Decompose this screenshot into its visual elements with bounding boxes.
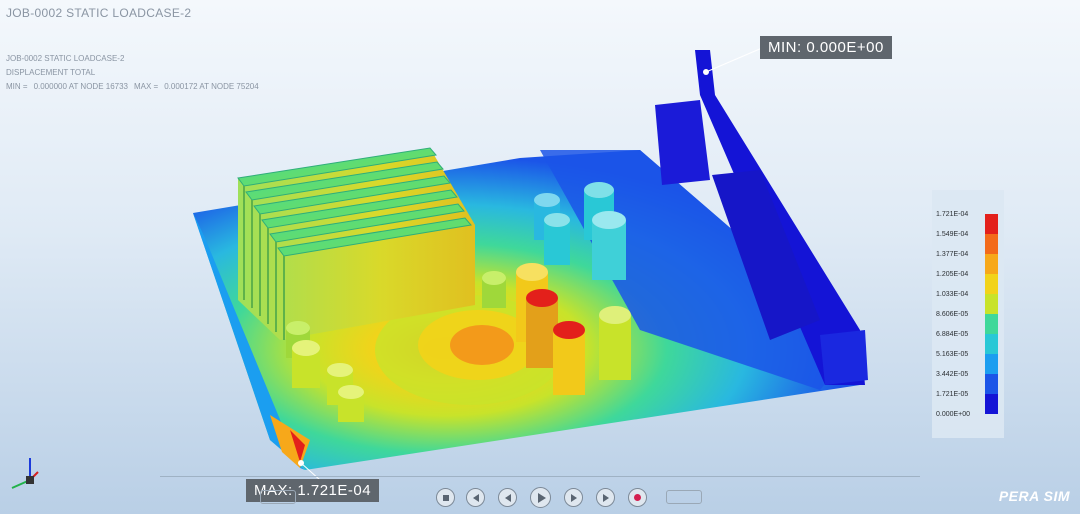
legend-swatch: [985, 214, 998, 234]
first-frame-icon: [472, 493, 479, 502]
animation-player: [160, 476, 920, 514]
pera-sim-logo: PERA SIM: [998, 488, 1070, 504]
legend-label: 1.377E-04: [936, 251, 969, 258]
min-leader-line: [705, 47, 763, 73]
step-back-button[interactable]: [498, 488, 517, 507]
legend-swatch: [985, 354, 998, 374]
speed-field[interactable]: [666, 490, 702, 504]
legend-label: 1.721E-04: [936, 211, 969, 218]
legend-swatch: [985, 294, 998, 314]
legend-swatch: [985, 274, 998, 294]
legend-color-bar: [985, 214, 998, 414]
legend-label: 3.442E-05: [936, 371, 969, 378]
color-legend: 1.721E-04 1.549E-04 1.377E-04 1.205E-04 …: [932, 190, 1004, 438]
legend-swatch: [985, 374, 998, 394]
legend-swatch: [985, 234, 998, 254]
stop-button[interactable]: [436, 488, 455, 507]
legend-label: 5.163E-05: [936, 351, 969, 358]
legend-label: 8.606E-05: [936, 311, 969, 318]
legend-swatch: [985, 314, 998, 334]
legend-label: 6.884E-05: [936, 331, 969, 338]
legend-label: 1.033E-04: [936, 291, 969, 298]
play-button[interactable]: [530, 487, 551, 508]
last-frame-icon: [602, 493, 609, 502]
axis-triad-icon: [11, 458, 39, 489]
heat-sink: [237, 147, 475, 340]
legend-label: 1.721E-05: [936, 391, 969, 398]
legend-label: 1.205E-04: [936, 271, 969, 278]
frame-slider[interactable]: [260, 490, 296, 504]
legend-label: 0.000E+00: [936, 411, 971, 418]
last-frame-button[interactable]: [596, 488, 615, 507]
step-forward-button[interactable]: [564, 488, 583, 507]
timeline-track[interactable]: [160, 476, 920, 477]
legend-swatch: [985, 334, 998, 354]
min-callout: MIN: 0.000E+00: [760, 36, 892, 59]
stop-icon: [442, 494, 449, 501]
record-button[interactable]: [628, 488, 647, 507]
legend-label: 1.549E-04: [936, 231, 969, 238]
play-icon: [537, 492, 546, 503]
fea-model-view[interactable]: [0, 0, 1080, 514]
first-frame-button[interactable]: [466, 488, 485, 507]
step-back-icon: [504, 493, 511, 502]
step-forward-icon: [570, 493, 577, 502]
record-icon: [634, 494, 641, 501]
legend-swatch: [985, 254, 998, 274]
legend-swatch: [985, 394, 998, 414]
